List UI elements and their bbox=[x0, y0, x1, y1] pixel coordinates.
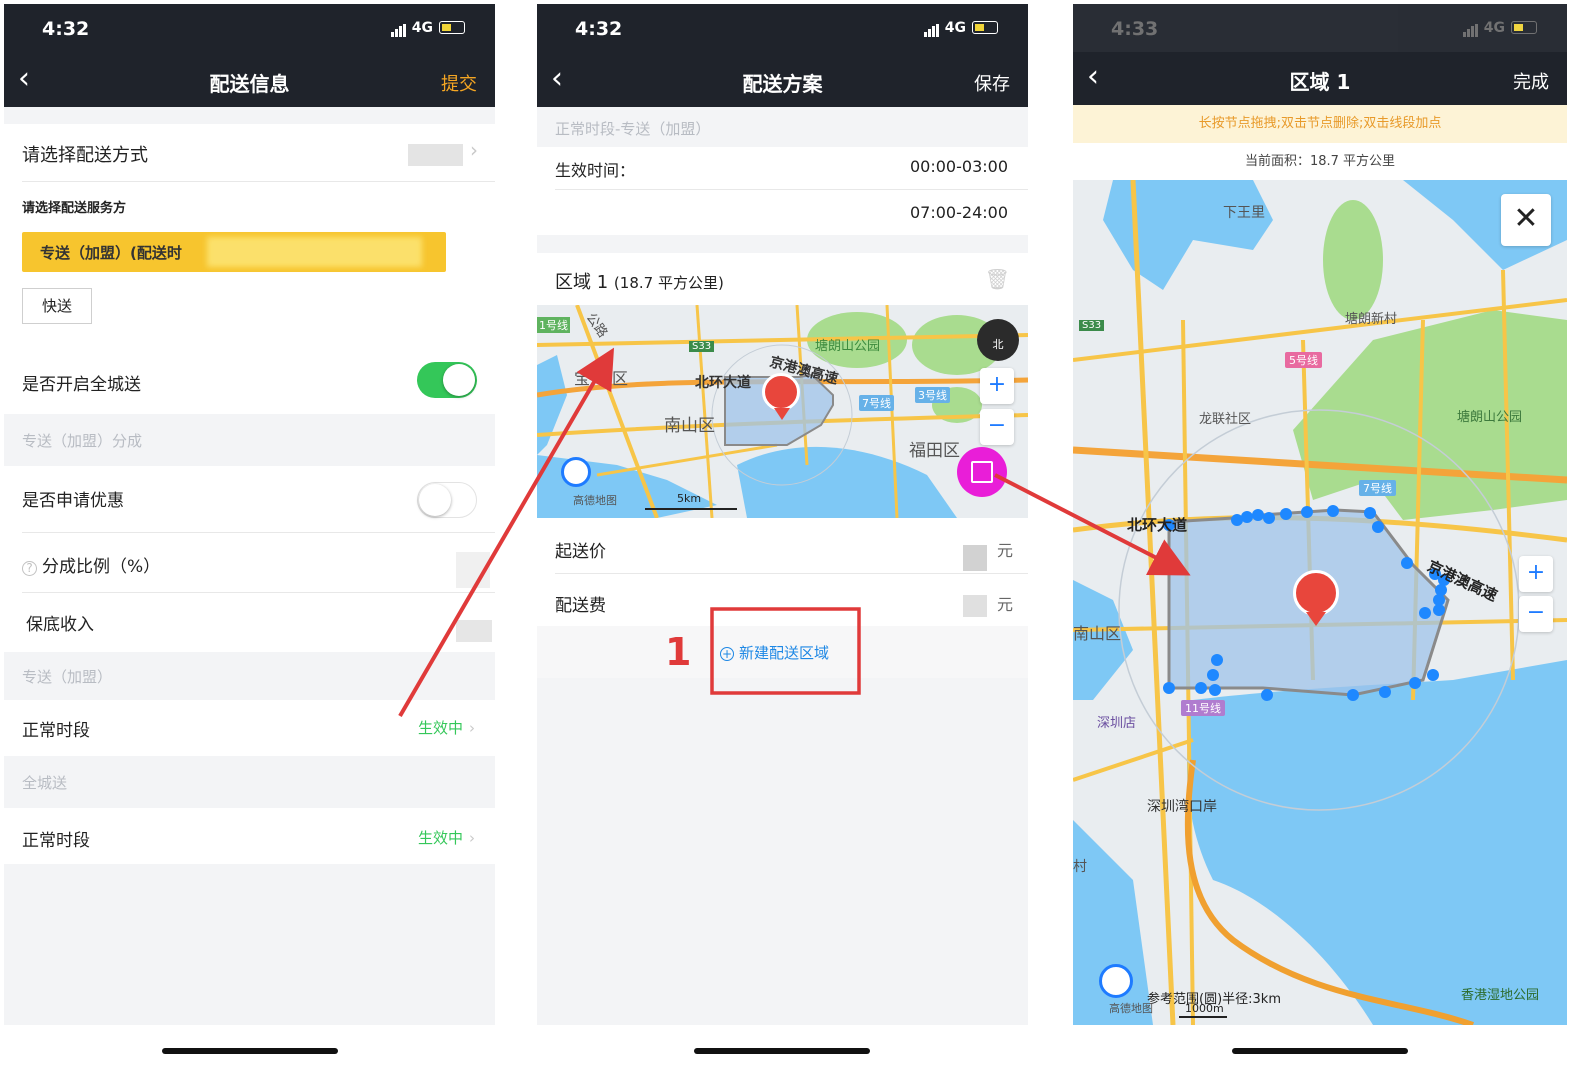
annotation-highlight-box bbox=[710, 607, 861, 695]
annotation-arrow bbox=[398, 347, 615, 718]
annotation-overlay bbox=[398, 347, 1191, 718]
annotation-arrow bbox=[994, 473, 1191, 576]
